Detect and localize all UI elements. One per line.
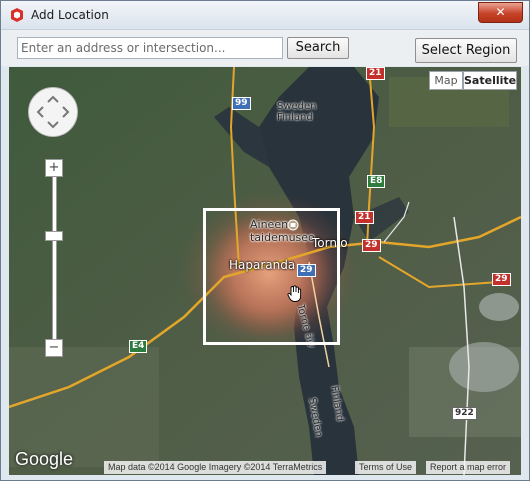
zoom-slider-thumb[interactable] [45, 231, 63, 241]
road-shield-e8: E8 [367, 175, 386, 188]
select-region-button[interactable]: Select Region [415, 38, 517, 63]
google-logo: Google [15, 449, 74, 469]
pan-control[interactable] [28, 87, 78, 137]
zoom-out-button[interactable]: − [45, 339, 63, 357]
road-shield-922: 922 [452, 407, 477, 420]
address-search-input[interactable] [17, 37, 283, 59]
road-shield-29a: 29 [362, 239, 381, 252]
road-shield-99: 99 [232, 97, 251, 110]
map-attribution: Map data ©2014 Google Imagery ©2014 Terr… [104, 461, 327, 474]
map-type-map-button[interactable]: Map [429, 71, 463, 90]
road-shield-21: 21 [366, 67, 385, 80]
map-view[interactable]: Sweden Finland Aineen taidemuseo Tornio H… [9, 67, 521, 475]
title-bar: Add Location ✕ [1, 1, 529, 30]
selection-region-box[interactable] [203, 208, 340, 345]
sketchup-icon [11, 8, 23, 22]
zoom-slider-track[interactable] [52, 175, 57, 353]
zoom-in-button[interactable]: + [45, 159, 63, 177]
map-label-sweden-north: Sweden Finland [277, 101, 317, 123]
report-map-error-link[interactable]: Report a map error [426, 461, 511, 474]
pan-arrows-icon [36, 95, 70, 129]
hand-cursor-icon [287, 285, 302, 302]
close-icon: ✕ [495, 5, 506, 19]
search-button[interactable]: Search [287, 37, 349, 59]
road-shield-21b: 21 [355, 211, 374, 224]
add-location-window: Add Location ✕ Search Select Region [0, 0, 530, 481]
toolbar: Search Select Region [1, 30, 529, 66]
road-shield-e4: E4 [129, 340, 148, 353]
road-shield-29c: 29 [492, 273, 511, 286]
map-type-satellite-button[interactable]: Satellite [463, 71, 517, 90]
window-title: Add Location [31, 8, 109, 22]
close-button[interactable]: ✕ [478, 2, 523, 23]
terms-of-use-link[interactable]: Terms of Use [355, 461, 417, 474]
